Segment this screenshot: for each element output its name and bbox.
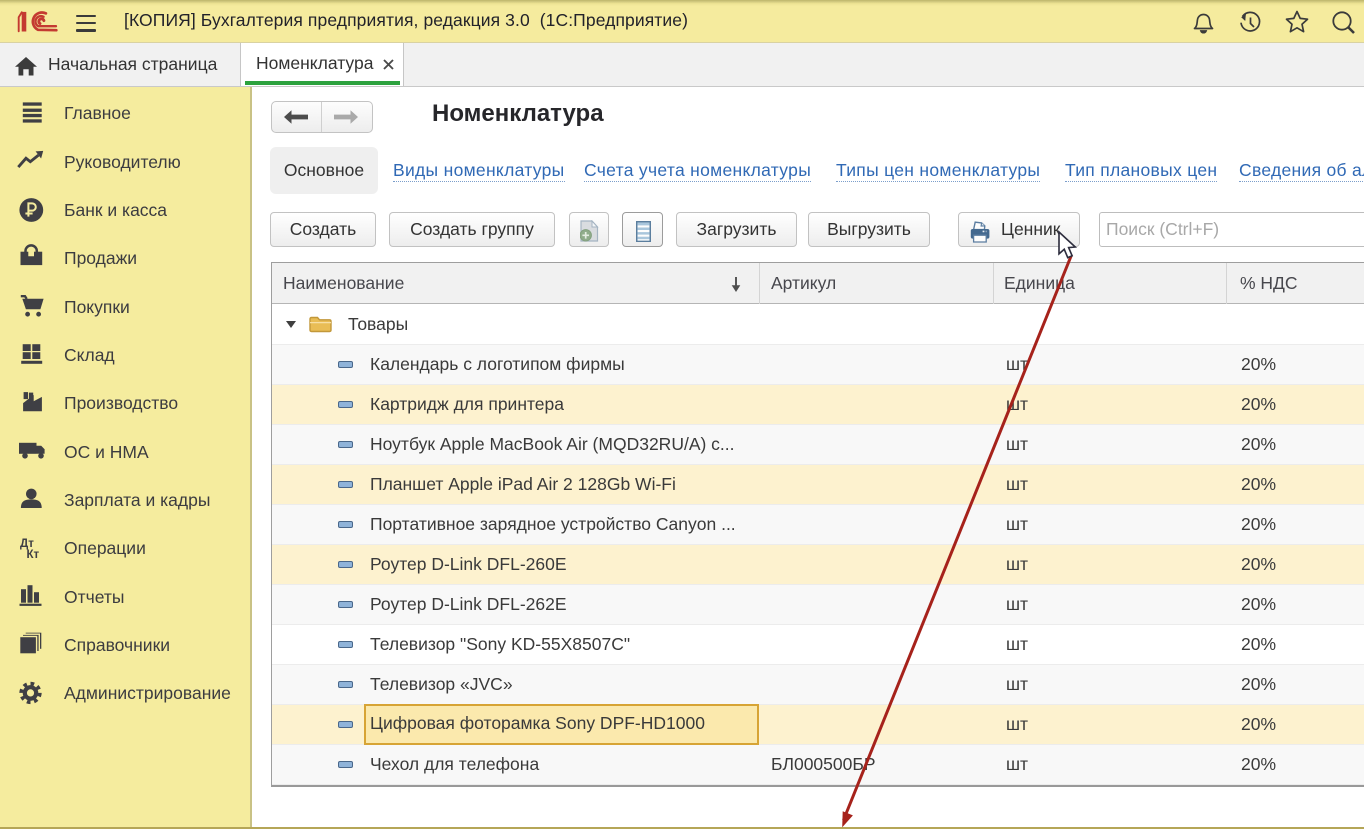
svg-text:Кт: Кт [27,549,40,561]
